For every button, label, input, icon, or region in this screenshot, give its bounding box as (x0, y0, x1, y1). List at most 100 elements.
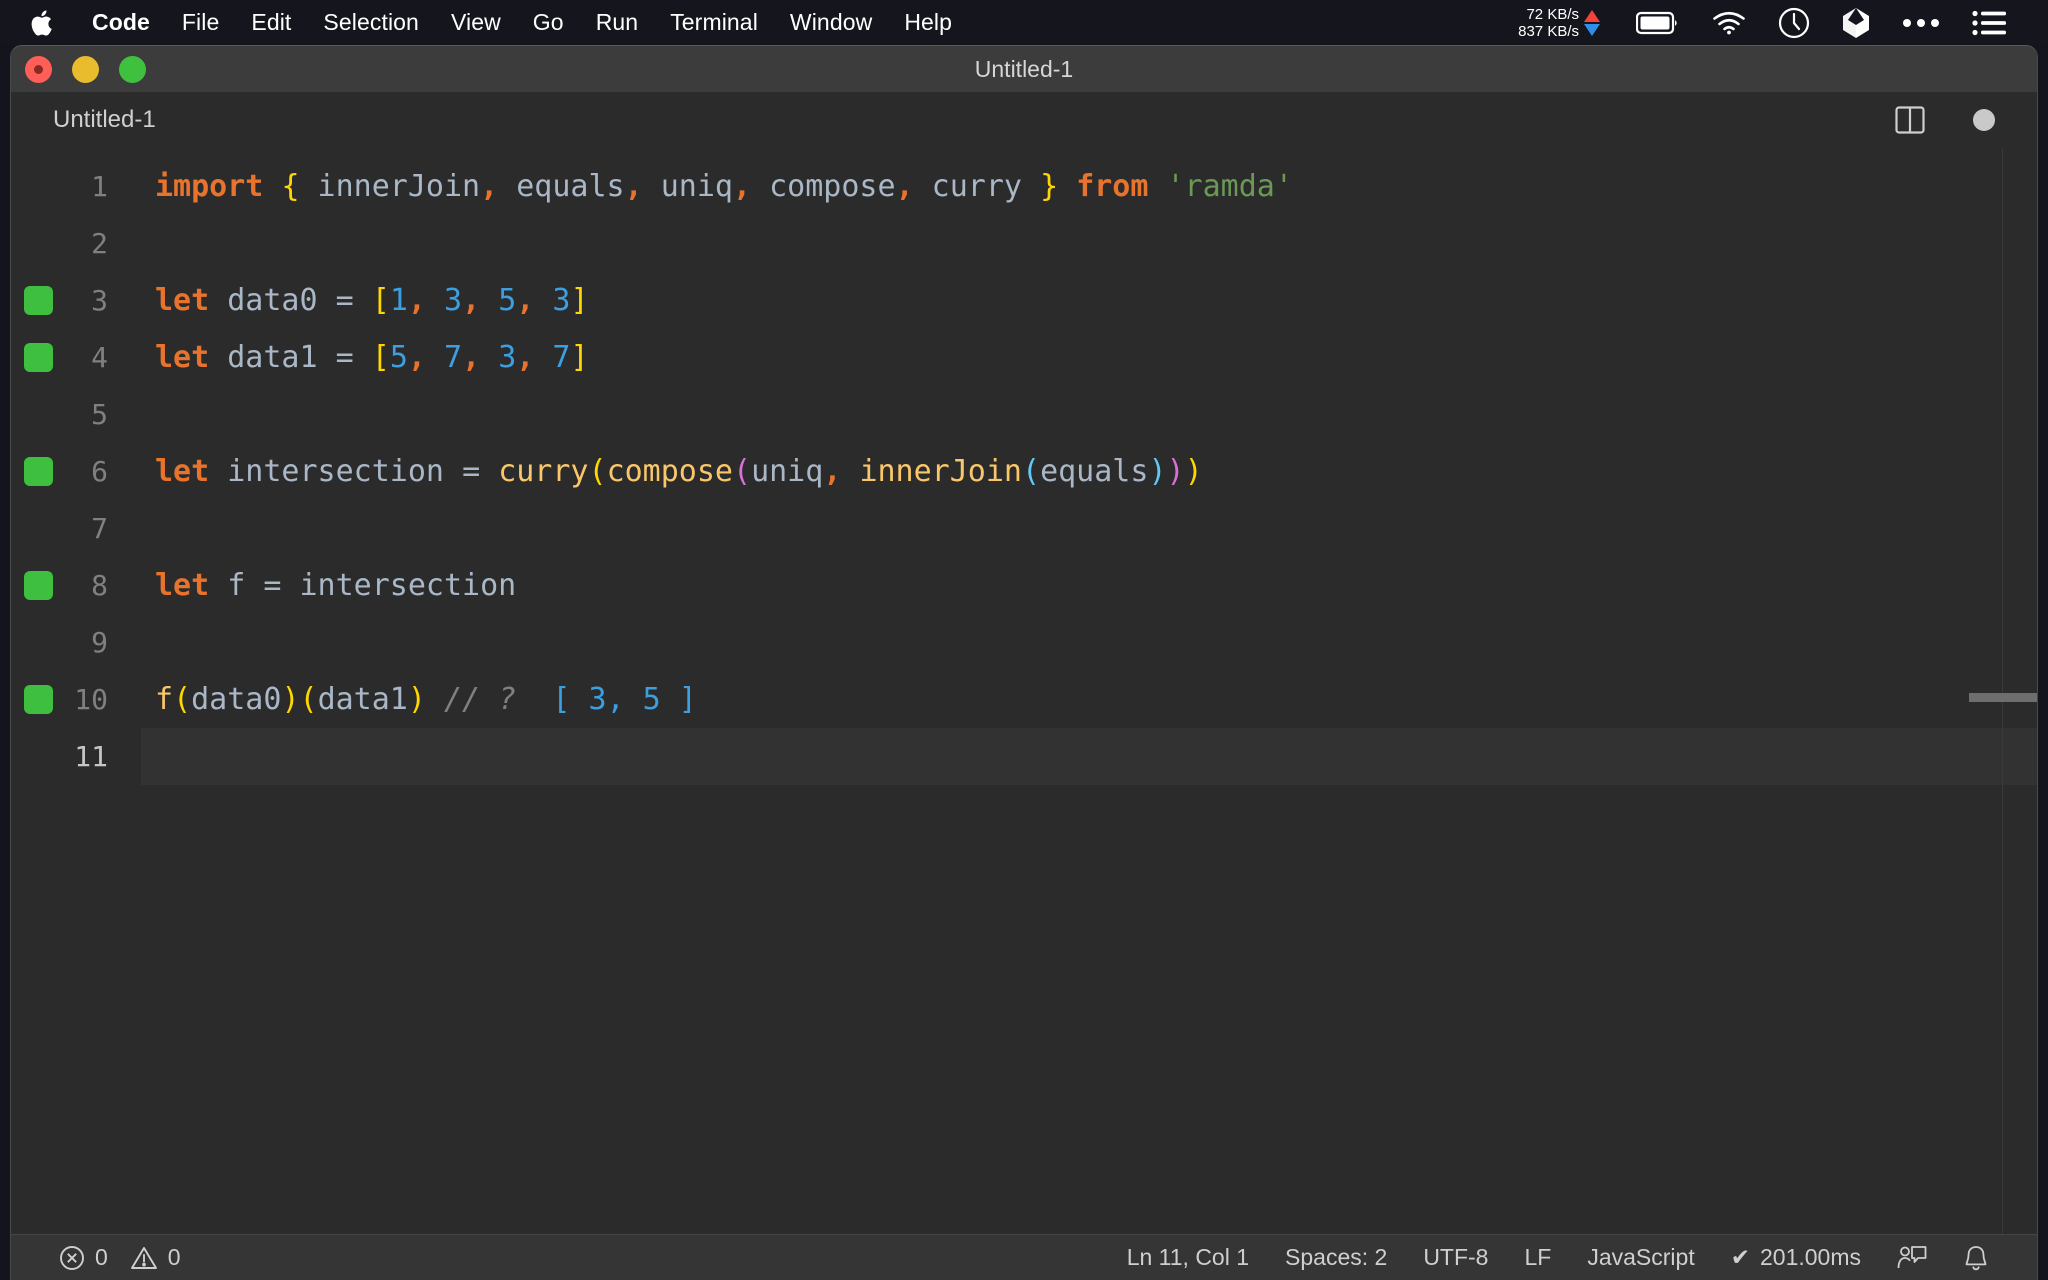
dropbox-icon[interactable] (1842, 0, 1870, 45)
code-token: 3 (552, 283, 571, 318)
code-line[interactable]: 8 let f = intersection (11, 557, 2037, 614)
editor-tab-untitled-1[interactable]: Untitled-1 (11, 92, 182, 148)
code-line[interactable]: 1 import { innerJoin, equals, uniq, compo… (11, 158, 2037, 215)
code-token: [ (371, 340, 390, 375)
split-editor-icon[interactable] (1895, 106, 1925, 134)
code-token: , (516, 340, 535, 375)
menu-item-go[interactable]: Go (517, 0, 580, 45)
window-title: Untitled-1 (974, 56, 1074, 82)
ellipsis-icon[interactable] (1902, 0, 1940, 45)
control-center-list-icon[interactable] (1972, 0, 2006, 45)
code-token: equals (498, 169, 625, 204)
menu-item-file[interactable]: File (166, 0, 235, 45)
code-token: let (155, 454, 210, 489)
menu-item-view[interactable]: View (435, 0, 517, 45)
code-line-content[interactable] (141, 215, 2037, 272)
code-token: ( (733, 454, 752, 489)
code-token: = (335, 283, 354, 318)
code-token: = (263, 568, 282, 603)
code-line[interactable]: 6 let intersection = curry(compose(uniq, … (11, 443, 2037, 500)
code-line[interactable]: 3 let data0 = [1, 3, 5, 3] (11, 272, 2037, 329)
code-token: curry (498, 454, 589, 489)
code-line-content[interactable]: f(data0)(data1) // ? [ 3, 5 ] (141, 671, 2037, 728)
breakpoint-marker-icon[interactable] (24, 286, 53, 315)
code-line[interactable]: 10 f(data0)(data1) // ? [ 3, 5 ] (11, 671, 2037, 728)
code-token: data0 (191, 682, 282, 717)
code-line-content[interactable] (141, 386, 2037, 443)
code-token: 7 (444, 340, 463, 375)
window-title-bar: Untitled-1 (11, 46, 2037, 92)
breakpoint-marker-icon[interactable] (24, 343, 53, 372)
code-lines-container: 1 import { innerJoin, equals, uniq, compo… (11, 148, 2037, 785)
line-number: 5 (91, 398, 108, 431)
code-token: ) (1166, 454, 1185, 489)
menu-item-code[interactable]: Code (76, 0, 166, 45)
breakpoint-marker-icon[interactable] (24, 457, 53, 486)
editor-scrollbar[interactable] (1969, 693, 2037, 702)
code-line-content[interactable]: let data1 = [5, 7, 3, 7] (141, 329, 2037, 386)
warning-count: 0 (167, 1244, 181, 1270)
code-token: ( (1022, 454, 1041, 489)
bell-icon[interactable] (1945, 1235, 2007, 1280)
code-token: , (823, 454, 842, 489)
language-mode-status[interactable]: JavaScript (1569, 1235, 1712, 1280)
code-line-content[interactable] (141, 500, 2037, 557)
code-line[interactable]: 5 (11, 386, 2037, 443)
wifi-icon[interactable] (1712, 0, 1746, 45)
status-bar-right: Ln 11, Col 1 Spaces: 2 UTF-8 LF JavaScri… (1109, 1235, 2037, 1280)
code-token: ) (281, 682, 300, 717)
code-token: import (155, 169, 264, 204)
problems-status[interactable]: 0 0 (41, 1235, 199, 1280)
code-token: , (733, 169, 752, 204)
menu-item-selection[interactable]: Selection (307, 0, 435, 45)
breakpoint-marker-icon[interactable] (24, 571, 53, 600)
status-bar-left: 0 0 (11, 1235, 199, 1280)
status-bar: 0 0 Ln 11, Col 1 Spaces: 2 UTF-8 LF Java… (11, 1234, 2037, 1280)
encoding-status[interactable]: UTF-8 (1405, 1235, 1506, 1280)
menu-item-window[interactable]: Window (774, 0, 888, 45)
code-token: ) (1148, 454, 1167, 489)
code-line-content[interactable]: let intersection = curry(compose(uniq, i… (141, 443, 2037, 500)
network-speed-indicator[interactable]: 72 KB/s 837 KB/s (1518, 6, 1600, 40)
line-number: 11 (74, 740, 108, 773)
code-token: 1 (389, 283, 408, 318)
clock-icon[interactable] (1778, 0, 1810, 45)
editor-tab-actions (1895, 106, 2037, 134)
code-line[interactable]: 9 (11, 614, 2037, 671)
timing-check-icon: ✔ (1730, 1244, 1750, 1270)
code-editor[interactable]: 1 import { innerJoin, equals, uniq, compo… (11, 148, 2037, 1235)
eol-status[interactable]: LF (1506, 1235, 1569, 1280)
code-line-content[interactable] (141, 728, 2037, 785)
menu-item-run[interactable]: Run (580, 0, 655, 45)
code-token: , (624, 169, 643, 204)
breakpoint-marker-icon[interactable] (24, 685, 53, 714)
feedback-person-icon[interactable] (1879, 1235, 1945, 1280)
editor-tab-bar: Untitled-1 (11, 92, 2037, 148)
line-number: 9 (91, 626, 108, 659)
menu-item-edit[interactable]: Edit (235, 0, 307, 45)
code-line[interactable]: 4 let data1 = [5, 7, 3, 7] (11, 329, 2037, 386)
code-line-content[interactable]: let f = intersection (141, 557, 2037, 614)
code-line[interactable]: 7 (11, 500, 2037, 557)
unsaved-changes-dot[interactable] (1973, 109, 1995, 131)
code-line-content[interactable]: import { innerJoin, equals, uniq, compos… (141, 158, 2037, 215)
code-token: , (895, 169, 914, 204)
menu-item-terminal[interactable]: Terminal (654, 0, 774, 45)
code-token: = (462, 454, 481, 489)
menu-item-help[interactable]: Help (888, 0, 968, 45)
code-line-content[interactable] (141, 614, 2037, 671)
code-line-content[interactable]: let data0 = [1, 3, 5, 3] (141, 272, 2037, 329)
code-token: data1 (209, 340, 336, 375)
code-line[interactable]: 2 (11, 215, 2037, 272)
indentation-status[interactable]: Spaces: 2 (1267, 1235, 1405, 1280)
code-line[interactable]: 11 (11, 728, 2037, 785)
battery-icon[interactable] (1636, 0, 1680, 45)
cursor-position-status[interactable]: Ln 11, Col 1 (1109, 1235, 1267, 1280)
quokka-timing-status[interactable]: ✔ 201.00ms (1713, 1235, 1879, 1280)
apple-logo-icon[interactable] (28, 8, 54, 38)
